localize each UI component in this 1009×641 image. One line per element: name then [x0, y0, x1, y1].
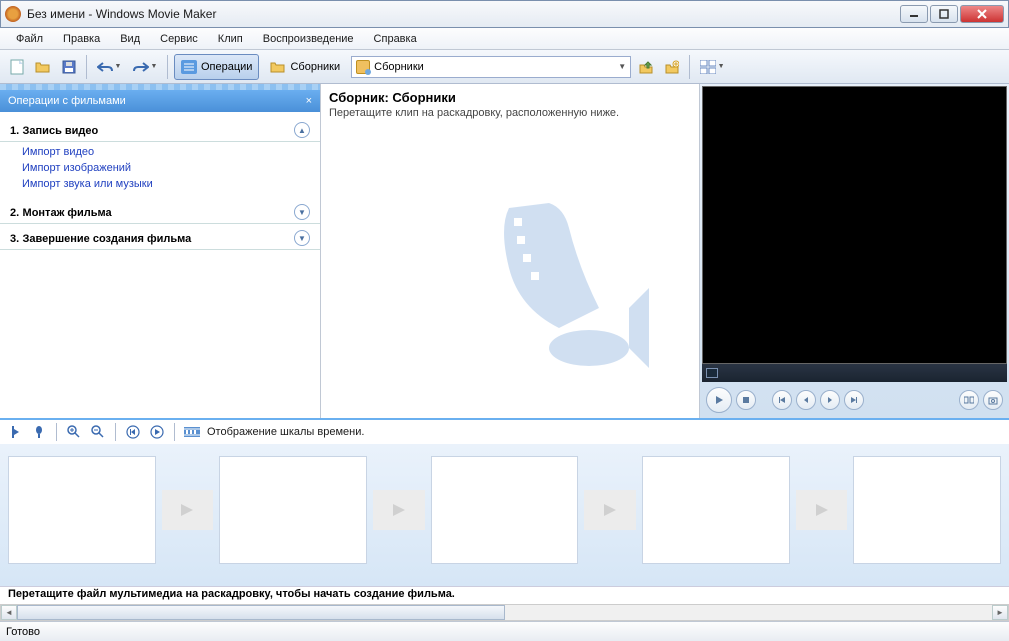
- tasks-pane-button[interactable]: Операции: [174, 54, 259, 80]
- collection-title: Сборник: Сборники: [329, 90, 691, 105]
- expand-icon[interactable]: ▼: [294, 230, 310, 246]
- preview-controls: [700, 382, 1009, 418]
- up-level-button[interactable]: [635, 56, 657, 78]
- task-step-3[interactable]: 3. Завершение создания фильма ▼: [0, 224, 320, 250]
- rewind-button[interactable]: [124, 423, 142, 441]
- status-text: Готово: [6, 626, 40, 638]
- tasks-icon: [181, 60, 197, 74]
- window-titlebar: Без имени - Windows Movie Maker: [0, 0, 1009, 28]
- menu-bar: Файл Правка Вид Сервис Клип Воспроизведе…: [0, 28, 1009, 50]
- task-link-import-images[interactable]: Импорт изображений: [22, 160, 320, 176]
- tasks-panel-title: Операции с фильмами: [8, 95, 126, 107]
- task-link-import-video[interactable]: Импорт видео: [22, 144, 320, 160]
- menu-clip[interactable]: Клип: [208, 30, 253, 48]
- show-timeline-button[interactable]: [183, 423, 201, 441]
- transition-slot[interactable]: [584, 490, 636, 530]
- stop-button[interactable]: [736, 390, 756, 410]
- scroll-left-button[interactable]: ◄: [1, 605, 17, 620]
- prev-frame-button[interactable]: [796, 390, 816, 410]
- narrate-button[interactable]: [30, 423, 48, 441]
- collection-dropdown[interactable]: Сборники ▼: [351, 56, 631, 78]
- maximize-button[interactable]: [930, 5, 958, 23]
- menu-file[interactable]: Файл: [6, 30, 53, 48]
- task-link-import-audio[interactable]: Импорт звука или музыки: [22, 176, 320, 192]
- timeline-toolbar: Отображение шкалы времени.: [0, 418, 1009, 444]
- chevron-down-icon: ▼: [618, 62, 626, 71]
- status-bar: Готово: [0, 621, 1009, 641]
- menu-play[interactable]: Воспроизведение: [253, 30, 364, 48]
- collection-icon: [356, 60, 370, 74]
- new-project-button[interactable]: [6, 56, 28, 78]
- window-title: Без имени - Windows Movie Maker: [27, 7, 900, 21]
- menu-help[interactable]: Справка: [364, 30, 427, 48]
- redo-button[interactable]: ▼: [129, 56, 161, 78]
- folder-icon: [270, 60, 286, 74]
- timeline-mode-label[interactable]: Отображение шкалы времени.: [207, 426, 364, 438]
- collection-dropdown-value: Сборники: [374, 61, 618, 73]
- storyboard-slot[interactable]: [853, 456, 1001, 564]
- open-button[interactable]: [32, 56, 54, 78]
- task-step-1[interactable]: 1. Запись видео ▲: [0, 116, 320, 142]
- seek-position-icon: [706, 368, 718, 378]
- collection-panel: Сборник: Сборники Перетащите клип на рас…: [320, 84, 699, 418]
- main-toolbar: ▼ ▼ Операции Сборники Сборники ▼ ▼: [0, 50, 1009, 84]
- collection-hint: Перетащите клип на раскадровку, располож…: [329, 105, 691, 119]
- storyboard[interactable]: [0, 444, 1009, 586]
- task-step-2[interactable]: 2. Монтаж фильма ▼: [0, 198, 320, 224]
- tasks-close-icon[interactable]: ×: [306, 95, 312, 107]
- collapse-icon[interactable]: ▲: [294, 122, 310, 138]
- tasks-panel: Операции с фильмами × 1. Запись видео ▲ …: [0, 84, 320, 418]
- expand-icon[interactable]: ▼: [294, 204, 310, 220]
- horizontal-scrollbar[interactable]: ◄ ►: [0, 604, 1009, 621]
- storyboard-slot[interactable]: [8, 456, 156, 564]
- menu-view[interactable]: Вид: [110, 30, 150, 48]
- close-button[interactable]: [960, 5, 1004, 23]
- preview-monitor: [702, 86, 1007, 364]
- zoom-out-button[interactable]: [89, 423, 107, 441]
- transition-slot[interactable]: [796, 490, 848, 530]
- app-icon: [5, 6, 21, 22]
- save-button[interactable]: [58, 56, 80, 78]
- menu-edit[interactable]: Правка: [53, 30, 110, 48]
- scroll-right-button[interactable]: ►: [992, 605, 1008, 620]
- storyboard-slot[interactable]: [431, 456, 579, 564]
- split-clip-button[interactable]: [959, 390, 979, 410]
- next-clip-button[interactable]: [844, 390, 864, 410]
- storyboard-slot[interactable]: [642, 456, 790, 564]
- menu-tools[interactable]: Сервис: [150, 30, 208, 48]
- filmstrip-watermark-icon: [479, 188, 659, 388]
- set-start-trim-button[interactable]: [6, 423, 24, 441]
- view-mode-button[interactable]: ▼: [696, 56, 728, 78]
- preview-seekbar[interactable]: [702, 364, 1007, 382]
- tasks-pane-label: Операции: [201, 61, 252, 73]
- transition-slot[interactable]: [373, 490, 425, 530]
- take-picture-button[interactable]: [983, 390, 1003, 410]
- scroll-thumb[interactable]: [17, 605, 505, 620]
- zoom-in-button[interactable]: [65, 423, 83, 441]
- collections-pane-label: Сборники: [290, 61, 340, 73]
- tasks-panel-header: Операции с фильмами ×: [0, 90, 320, 112]
- storyboard-hint: Перетащите файл мультимедиа на раскадров…: [0, 586, 1009, 604]
- minimize-button[interactable]: [900, 5, 928, 23]
- storyboard-slot[interactable]: [219, 456, 367, 564]
- undo-button[interactable]: ▼: [93, 56, 125, 78]
- prev-clip-button[interactable]: [772, 390, 792, 410]
- collections-pane-button[interactable]: Сборники: [263, 54, 347, 80]
- preview-panel: [699, 84, 1009, 418]
- next-frame-button[interactable]: [820, 390, 840, 410]
- new-collection-button[interactable]: [661, 56, 683, 78]
- play-timeline-button[interactable]: [148, 423, 166, 441]
- play-button[interactable]: [706, 387, 732, 413]
- transition-slot[interactable]: [162, 490, 214, 530]
